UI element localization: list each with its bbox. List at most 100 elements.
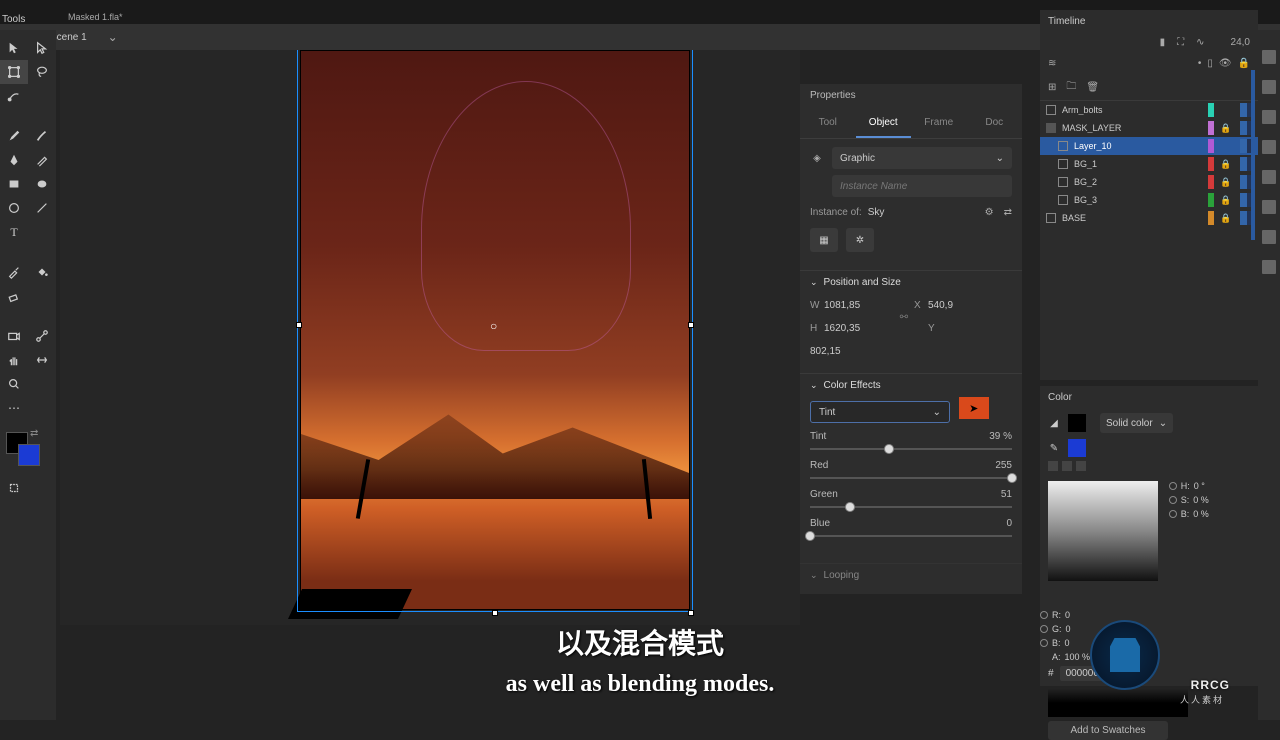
tint-percent[interactable]: 39 % bbox=[989, 431, 1012, 442]
looping-header[interactable]: ⌄Looping bbox=[800, 563, 1022, 587]
add-to-swatches-button[interactable]: Add to Swatches bbox=[1048, 721, 1168, 740]
layer-name[interactable]: MASK_LAYER bbox=[1062, 123, 1146, 133]
layer-name[interactable]: BG_3 bbox=[1074, 195, 1158, 205]
y-value[interactable]: 802,15 bbox=[810, 346, 824, 357]
new-layer-icon[interactable]: ⊞ bbox=[1048, 82, 1056, 93]
layer-row[interactable]: Arm_bolts bbox=[1040, 101, 1258, 119]
layer-color-swatch[interactable] bbox=[1208, 139, 1214, 153]
layer-lock-icon[interactable]: 🔒 bbox=[1220, 159, 1230, 170]
bone-tool[interactable] bbox=[28, 324, 56, 348]
layer-row[interactable]: BG_3 🔒 bbox=[1040, 191, 1258, 209]
camera-tool[interactable] bbox=[0, 324, 28, 348]
more-tools[interactable]: ⋯ bbox=[0, 396, 28, 420]
instance-name-input[interactable]: Instance Name bbox=[832, 175, 1012, 197]
rgb-radio[interactable] bbox=[1040, 639, 1048, 647]
dock-icon[interactable] bbox=[1262, 200, 1276, 214]
pen-tool[interactable] bbox=[0, 148, 28, 172]
green-value[interactable]: 51 bbox=[1001, 489, 1012, 500]
oval-tool[interactable] bbox=[28, 172, 56, 196]
dock-icon[interactable] bbox=[1262, 230, 1276, 244]
layer-lock-icon[interactable]: 🔒 bbox=[1220, 195, 1230, 206]
eraser-tool[interactable] bbox=[0, 284, 28, 308]
color-picker[interactable] bbox=[1048, 481, 1158, 581]
layer-lock-icon[interactable]: 🔒 bbox=[1220, 177, 1230, 188]
stroke-color-preview[interactable] bbox=[1068, 439, 1086, 457]
transform-handle[interactable] bbox=[296, 322, 302, 328]
x-value[interactable]: 540,9 bbox=[928, 300, 998, 311]
s-value[interactable]: 0 % bbox=[1193, 495, 1209, 505]
graph-icon[interactable]: ∿ bbox=[1196, 37, 1204, 48]
hsb-radio[interactable] bbox=[1169, 496, 1177, 504]
blue-value[interactable]: 0 bbox=[1006, 518, 1012, 529]
dock-icon[interactable] bbox=[1262, 170, 1276, 184]
layer-row[interactable]: MASK_LAYER 🔒 bbox=[1040, 119, 1258, 137]
tab-doc[interactable]: Doc bbox=[967, 109, 1023, 138]
lock-icon[interactable]: 🔒 bbox=[1238, 58, 1250, 69]
fill-color-preview[interactable] bbox=[1068, 414, 1086, 432]
g-value[interactable]: 0 bbox=[1066, 624, 1071, 634]
dock-icon[interactable] bbox=[1262, 50, 1276, 64]
layer-visibility-icon[interactable]: ▯ bbox=[1207, 58, 1213, 69]
b-value[interactable]: 0 % bbox=[1193, 509, 1209, 519]
frame-picker-button[interactable]: ✲ bbox=[846, 228, 874, 252]
link-dimensions-icon[interactable]: ⚯ bbox=[894, 312, 914, 323]
polystar-tool[interactable] bbox=[0, 196, 28, 220]
layer-row[interactable]: BASE🔒 bbox=[1040, 209, 1258, 227]
transform-handle[interactable] bbox=[688, 610, 694, 616]
zoom-tool[interactable] bbox=[0, 372, 28, 396]
color-effect-dropdown[interactable]: Tint⌄ bbox=[810, 401, 950, 423]
red-value[interactable]: 255 bbox=[995, 460, 1012, 471]
symbol-type-dropdown[interactable]: Graphic⌄ bbox=[832, 147, 1012, 169]
rgb-radio[interactable] bbox=[1040, 611, 1048, 619]
dock-icon[interactable] bbox=[1262, 140, 1276, 154]
free-transform-tool[interactable] bbox=[0, 60, 28, 84]
tab-tool[interactable]: Tool bbox=[800, 109, 856, 138]
height-value[interactable]: 1620,35 bbox=[824, 323, 894, 334]
eyedropper-tool[interactable] bbox=[0, 260, 28, 284]
rectangle-tool[interactable] bbox=[0, 172, 28, 196]
layer-color-swatch[interactable] bbox=[1208, 103, 1214, 117]
layer-name[interactable]: BG_1 bbox=[1074, 159, 1158, 169]
layer-color-swatch[interactable] bbox=[1208, 211, 1214, 225]
layer-name[interactable]: BG_2 bbox=[1074, 177, 1158, 187]
selection-tool[interactable] bbox=[0, 36, 28, 60]
delete-layer-icon[interactable]: 🗑 bbox=[1086, 82, 1099, 93]
hsb-radio[interactable] bbox=[1169, 482, 1177, 490]
fill-icon[interactable]: ◢ bbox=[1048, 417, 1060, 429]
document-tab[interactable]: Masked 1.fla* bbox=[68, 12, 123, 22]
stroke-icon[interactable]: ✎ bbox=[1048, 442, 1060, 454]
swap-colors-icon[interactable] bbox=[1076, 461, 1086, 471]
layer-lock-icon[interactable]: 🔒 bbox=[1220, 123, 1230, 134]
dock-icon[interactable] bbox=[1262, 260, 1276, 274]
pencil-tool[interactable] bbox=[28, 148, 56, 172]
lasso-tool[interactable] bbox=[28, 60, 56, 84]
layer-color-swatch[interactable] bbox=[1208, 121, 1214, 135]
width-value[interactable]: 1081,85 bbox=[824, 300, 894, 311]
color-effects-header[interactable]: ⌄Color Effects bbox=[800, 373, 1022, 397]
line-tool[interactable] bbox=[28, 196, 56, 220]
stroke-color-swatch[interactable] bbox=[18, 444, 40, 466]
position-size-header[interactable]: ⌄Position and Size bbox=[800, 270, 1022, 294]
layer-row[interactable]: BG_2 🔒 bbox=[1040, 173, 1258, 191]
layer-lock-icon[interactable]: 🔒 bbox=[1220, 213, 1230, 224]
a-value[interactable]: 100 % bbox=[1065, 652, 1091, 662]
no-color-icon[interactable] bbox=[1062, 461, 1072, 471]
tint-color-swatch[interactable]: ➤ bbox=[959, 397, 989, 419]
transform-handle[interactable] bbox=[492, 610, 498, 616]
settings-icon[interactable]: ⚙ bbox=[985, 207, 994, 218]
layer-row[interactable]: Layer_10 bbox=[1040, 137, 1258, 155]
h-value[interactable]: 0 ° bbox=[1194, 481, 1205, 491]
paint-brush-tool[interactable] bbox=[28, 124, 56, 148]
highlight-layer-icon[interactable]: • bbox=[1198, 58, 1202, 69]
layer-row[interactable]: BG_1 🔒 bbox=[1040, 155, 1258, 173]
transform-handle[interactable] bbox=[688, 322, 694, 328]
layer-color-swatch[interactable] bbox=[1208, 193, 1214, 207]
dock-icon[interactable] bbox=[1262, 110, 1276, 124]
layer-name[interactable]: Arm_bolts bbox=[1062, 105, 1146, 115]
swap-colors-icon[interactable]: ⇄ bbox=[30, 428, 38, 439]
fluid-brush-tool[interactable] bbox=[0, 84, 28, 108]
subselection-tool[interactable] bbox=[28, 36, 56, 60]
rgb-radio[interactable] bbox=[1040, 625, 1048, 633]
brush-tool[interactable] bbox=[0, 124, 28, 148]
layer-name[interactable]: Layer_10 bbox=[1074, 141, 1158, 151]
